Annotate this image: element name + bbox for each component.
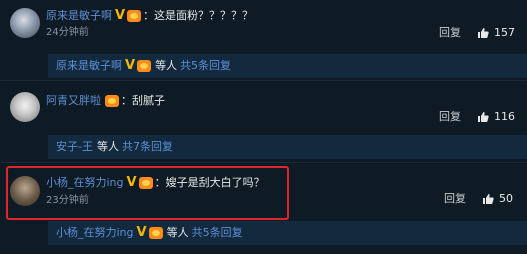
- fan-badge-icon: [148, 227, 163, 239]
- comment-text: ：这是面粉？？？？？: [143, 9, 254, 22]
- subreply-summary[interactable]: 安子-王 等人 共7条回复: [48, 135, 527, 159]
- comment-username[interactable]: 阿青又胖啦: [46, 93, 101, 109]
- comment-time: 24分钟前: [46, 27, 89, 38]
- subreply-username[interactable]: 安子-王: [56, 135, 93, 159]
- reply-button[interactable]: 回复: [439, 110, 461, 124]
- thumbs-up-icon: [483, 194, 494, 204]
- highlight-annotation-box: [6, 166, 289, 220]
- subreply-etc: 等人: [155, 59, 178, 72]
- subreply-etc: 等人: [166, 226, 189, 239]
- subreply-summary[interactable]: 原来是敏子啊 V 等人 共5条回复: [48, 54, 527, 78]
- verified-v-icon: V: [136, 225, 147, 240]
- subreply-summary[interactable]: 小杨_在努力ing V 等人 共5条回复: [48, 221, 527, 245]
- divider: [0, 162, 527, 163]
- divider: [0, 80, 527, 81]
- comment-item: 原来是敏子啊 V ：这是面粉？？？？？ 24分钟前 回复 157: [0, 0, 527, 48]
- comment-header: 原来是敏子啊 V ：这是面粉？？？？？: [46, 8, 253, 24]
- subreply-etc: 等人: [96, 140, 119, 153]
- reply-button[interactable]: 回复: [444, 192, 466, 206]
- subreply-username[interactable]: 小杨_在努力ing: [56, 221, 134, 245]
- thumbs-up-icon: [478, 28, 489, 38]
- like-button[interactable]: 157: [477, 25, 515, 41]
- verified-v-icon: V: [125, 58, 136, 73]
- comment-text: ：刮腻子: [121, 94, 165, 107]
- comment-username[interactable]: 原来是敏子啊: [46, 8, 112, 24]
- like-count: 50: [499, 192, 513, 205]
- subreply-username[interactable]: 原来是敏子啊: [56, 54, 122, 78]
- fan-badge-icon: [105, 95, 119, 107]
- verified-v-icon: V: [115, 8, 126, 23]
- reply-button[interactable]: 回复: [439, 26, 461, 40]
- subreply-count-link[interactable]: 共7条回复: [122, 135, 173, 159]
- avatar[interactable]: [10, 8, 40, 38]
- fan-badge-icon: [127, 10, 142, 22]
- comment-item: 阿青又胖啦 ：刮腻子 回复 116: [0, 84, 527, 128]
- like-count: 157: [494, 26, 515, 39]
- subreply-count-link[interactable]: 共5条回复: [192, 221, 243, 245]
- comment-header: 阿青又胖啦 ：刮腻子: [46, 93, 165, 109]
- fan-badge-icon: [137, 60, 152, 72]
- like-button[interactable]: 116: [477, 109, 515, 125]
- like-count: 116: [494, 110, 515, 123]
- thumbs-up-icon: [478, 112, 489, 122]
- avatar[interactable]: [10, 92, 40, 122]
- subreply-count-link[interactable]: 共5条回复: [180, 54, 231, 78]
- comment-feed: 原来是敏子啊 V ：这是面粉？？？？？ 24分钟前 回复 157 原来是敏子啊 …: [0, 0, 527, 254]
- like-button[interactable]: 50: [482, 191, 513, 207]
